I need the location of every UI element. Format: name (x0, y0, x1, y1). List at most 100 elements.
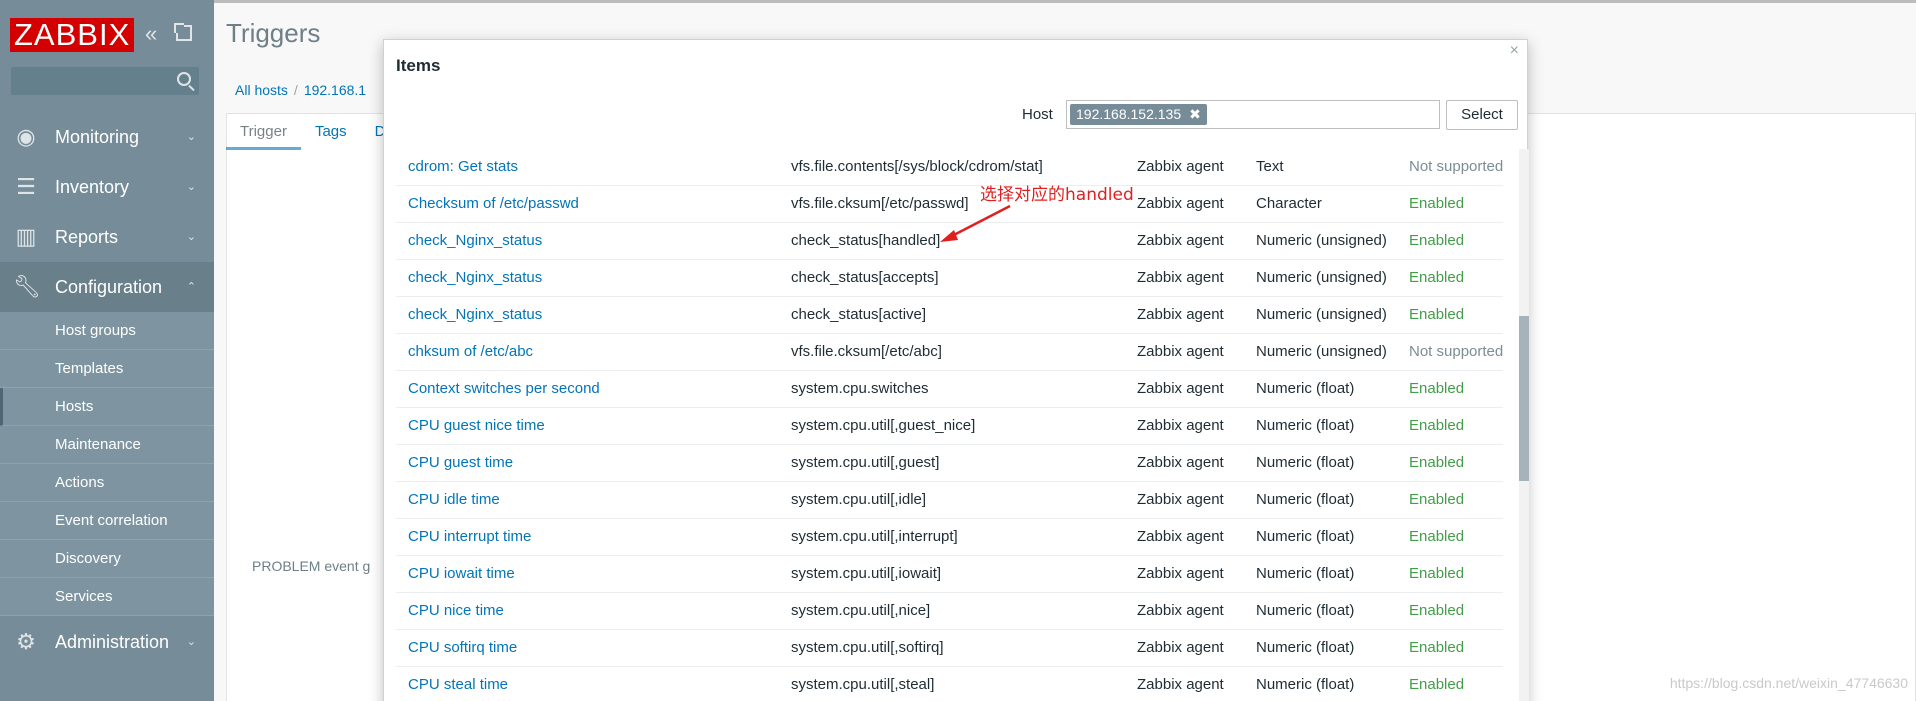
breadcrumb-separator: / (293, 82, 298, 98)
search-icon[interactable] (177, 72, 191, 86)
menu-administration-wrap: ⚙ Administration ⌄ (0, 617, 214, 667)
menu-administration[interactable]: ⚙ Administration ⌄ (0, 617, 214, 667)
tab-trigger[interactable]: Trigger (226, 116, 301, 150)
item-value-type: Numeric (float) (1256, 676, 1355, 693)
item-name-link[interactable]: Context switches per second (408, 380, 600, 397)
item-value-type: Character (1256, 195, 1322, 212)
item-type: Zabbix agent (1137, 491, 1224, 508)
table-row: cdrom: Get stats vfs.file.contents[/sys/b… (396, 149, 1503, 186)
item-type: Zabbix agent (1137, 528, 1224, 545)
host-chip: 192.168.152.135 ✖ (1070, 104, 1207, 125)
table-row: CPU guest time system.cpu.util[,guest] Zab… (396, 445, 1503, 482)
scrollbar-thumb[interactable] (1519, 316, 1529, 481)
configuration-submenu: Host groups Templates Hosts Maintenance … (0, 312, 214, 616)
item-value-type: Numeric (float) (1256, 528, 1355, 545)
zabbix-logo[interactable]: ZABBIX (10, 18, 135, 52)
submenu-event-correlation[interactable]: Event correlation (0, 502, 214, 540)
menu-label: Reports (55, 226, 119, 247)
item-key: system.cpu.util[,guest_nice] (791, 417, 976, 434)
item-key: check_status[active] (791, 306, 927, 323)
chevron-down-icon: ⌄ (186, 636, 196, 648)
item-value-type: Numeric (float) (1256, 417, 1355, 434)
item-name-link[interactable]: CPU idle time (408, 491, 500, 508)
chevron-down-icon: ⌄ (186, 181, 196, 193)
item-value-type: Numeric (float) (1256, 639, 1355, 656)
item-value-type: Numeric (unsigned) (1256, 343, 1387, 360)
item-type: Zabbix agent (1137, 195, 1224, 212)
item-key: vfs.file.cksum[/etc/abc] (791, 343, 942, 360)
item-key: system.cpu.util[,iowait] (791, 565, 942, 582)
item-status: Enabled (1409, 417, 1465, 434)
submenu-actions[interactable]: Actions (0, 464, 214, 502)
table-row: check_Nginx_status check_status[accepts] Z… (396, 260, 1503, 297)
kiosk-mode-icon[interactable] (174, 23, 192, 41)
item-key: system.cpu.util[,nice] (791, 602, 931, 619)
item-name-link[interactable]: CPU guest nice time (408, 417, 545, 434)
submenu-maintenance[interactable]: Maintenance (0, 426, 214, 464)
item-name-link[interactable]: check_Nginx_status (408, 269, 542, 286)
list-icon: ☰ (16, 174, 36, 199)
host-multiselect[interactable]: 192.168.152.135 ✖ (1066, 100, 1440, 129)
item-type: Zabbix agent (1137, 232, 1224, 249)
menu-reports[interactable]: ▥ Reports ⌄ (0, 212, 214, 262)
item-status: Enabled (1409, 676, 1465, 693)
item-key: system.cpu.util[,steal] (791, 676, 935, 693)
item-name-link[interactable]: cdrom: Get stats (408, 158, 518, 175)
close-icon[interactable]: × (1510, 42, 1519, 60)
menu-inventory[interactable]: ☰ Inventory ⌄ (0, 162, 214, 212)
item-key: system.cpu.util[,guest] (791, 454, 940, 471)
tab-bar: Trigger Tags De (226, 116, 408, 150)
item-status: Enabled (1409, 565, 1465, 582)
menu-configuration[interactable]: 🔧︎ Configuration ⌃ (0, 262, 214, 312)
item-name-link[interactable]: check_Nginx_status (408, 232, 542, 249)
item-name-link[interactable]: CPU softirq time (408, 639, 517, 656)
page-title: Triggers (226, 18, 321, 48)
item-type: Zabbix agent (1137, 158, 1224, 175)
item-type: Zabbix agent (1137, 454, 1224, 471)
sidebar: ZABBIX « ◉ Monitoring ⌄ ☰ Inventory ⌄ ▥ … (0, 0, 214, 701)
top-divider (214, 0, 1916, 3)
table-row: chksum of /etc/abc vfs.file.cksum[/etc/ab… (396, 334, 1503, 371)
breadcrumb-all-hosts[interactable]: All hosts (235, 82, 288, 98)
item-value-type: Numeric (unsigned) (1256, 306, 1387, 323)
item-key: check_status[handled] (791, 232, 941, 249)
item-name-link[interactable]: CPU guest time (408, 454, 513, 471)
remove-chip-icon[interactable]: ✖ (1189, 106, 1201, 122)
item-value-type: Numeric (unsigned) (1256, 232, 1387, 249)
menu-monitoring[interactable]: ◉ Monitoring ⌄ (0, 112, 214, 162)
item-value-type: Numeric (float) (1256, 380, 1355, 397)
chevron-up-icon: ⌃ (186, 281, 196, 293)
item-key: check_status[accepts] (791, 269, 939, 286)
eye-icon: ◉ (16, 124, 36, 149)
collapse-sidebar-icon[interactable]: « (145, 23, 157, 45)
item-name-link[interactable]: Checksum of /etc/passwd (408, 195, 579, 212)
search-input[interactable] (11, 67, 199, 95)
item-type: Zabbix agent (1137, 565, 1224, 582)
menu-label: Administration (55, 631, 170, 652)
table-row: CPU iowait time system.cpu.util[,iowait] Z… (396, 556, 1503, 593)
item-type: Zabbix agent (1137, 417, 1224, 434)
item-type: Zabbix agent (1137, 343, 1224, 360)
item-name-link[interactable]: CPU interrupt time (408, 528, 531, 545)
item-name-link[interactable]: chksum of /etc/abc (408, 343, 533, 360)
tab-tags[interactable]: Tags (301, 116, 361, 150)
table-row: CPU steal time system.cpu.util[,steal] Zab… (396, 667, 1503, 701)
item-name-link[interactable]: CPU steal time (408, 676, 508, 693)
item-name-link[interactable]: CPU nice time (408, 602, 504, 619)
submenu-hosts[interactable]: Hosts (0, 388, 214, 426)
menu-label: Monitoring (55, 126, 140, 147)
menu-label: Inventory (55, 176, 130, 197)
submenu-discovery[interactable]: Discovery (0, 540, 214, 578)
select-button[interactable]: Select (1446, 100, 1518, 130)
item-name-link[interactable]: check_Nginx_status (408, 306, 542, 323)
submenu-templates[interactable]: Templates (0, 350, 214, 388)
submenu-services[interactable]: Services (0, 578, 214, 616)
item-name-link[interactable]: CPU iowait time (408, 565, 515, 582)
bar-chart-icon: ▥ (15, 224, 37, 249)
breadcrumb: All hosts / 192.168.1 (235, 82, 366, 98)
item-type: Zabbix agent (1137, 306, 1224, 323)
breadcrumb-host[interactable]: 192.168.1 (304, 82, 366, 98)
item-status: Not supported (1409, 158, 1504, 175)
submenu-host-groups[interactable]: Host groups (0, 312, 214, 350)
item-status: Enabled (1409, 528, 1465, 545)
